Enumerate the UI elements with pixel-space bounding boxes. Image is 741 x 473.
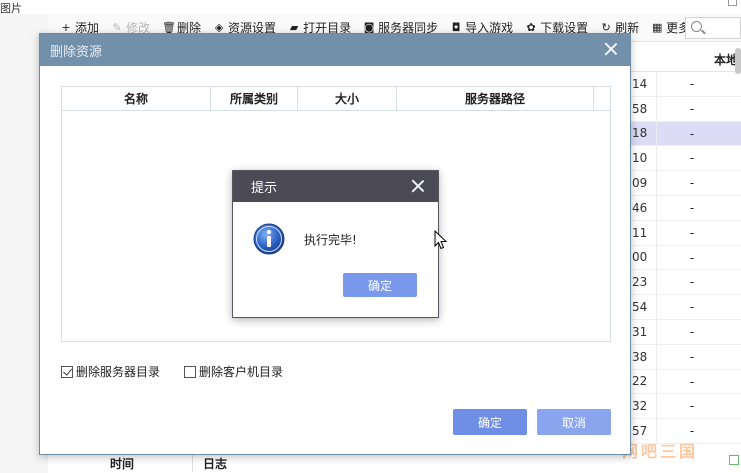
table-row[interactable]: 22- (630, 369, 741, 395)
table-row[interactable]: 38- (630, 344, 741, 370)
column-header-category[interactable]: 所属类别 (211, 87, 298, 110)
folder-icon: ▰ (289, 20, 299, 34)
watermark-logo: 网吧三国 (622, 442, 699, 461)
plus-icon: + (61, 20, 71, 34)
row-local-update-cell: - (656, 295, 741, 319)
close-icon[interactable] (411, 179, 425, 193)
table-row[interactable]: 14- (630, 72, 741, 97)
delete-server-dir-option[interactable]: 删除服务器目录 (61, 363, 160, 380)
close-icon[interactable] (604, 42, 618, 56)
row-time-cell: 54 (632, 300, 648, 315)
row-local-update-cell: - (656, 319, 741, 344)
tip-message: 执行完毕! (304, 233, 357, 247)
log-column-time: 时间 (109, 456, 134, 471)
table-row[interactable]: 32- (630, 394, 741, 420)
row-time-cell: 00 (632, 250, 648, 265)
gear-icon: ✿ (526, 20, 536, 34)
tip-dialog: 提示 执行完毕! 确定 (232, 170, 439, 318)
pencil-icon: ✎ (112, 20, 122, 34)
table-scrollbar[interactable] (735, 48, 741, 74)
tip-dialog-title: 提示 (251, 181, 278, 196)
delete-options: 删除服务器目录 删除客户机目录 (61, 363, 307, 380)
row-time-cell: 38 (632, 349, 648, 364)
delete-dialog-ok-button[interactable]: 确定 (453, 409, 527, 435)
row-time-cell: 57 (632, 424, 648, 439)
delete-client-dir-option[interactable]: 删除客户机目录 (184, 363, 283, 380)
table-row[interactable]: 54- (630, 295, 741, 320)
delete-server-dir-label: 删除服务器目录 (76, 365, 161, 379)
row-local-update-cell: - (656, 121, 741, 146)
row-local-update-cell: - (656, 72, 741, 96)
mouse-cursor-icon (434, 230, 448, 250)
row-local-update-cell: - (656, 369, 741, 394)
table-row[interactable]: 11- (630, 220, 741, 246)
delete-client-dir-label: 删除客户机目录 (199, 365, 284, 379)
search-input[interactable] (685, 17, 741, 39)
row-local-update-cell: - (656, 220, 741, 245)
layers-icon: ◈ (214, 20, 224, 34)
row-local-update-cell: - (656, 171, 741, 195)
table-row[interactable]: 00- (630, 245, 741, 271)
delete-dialog-cancel-button[interactable]: 取消 (537, 409, 611, 435)
table-row[interactable]: 09- (630, 171, 741, 196)
row-time-cell: 09 (632, 176, 648, 191)
resource-table: 本地更新时间 14-58-18-10-09-46-11-00-23-54-31-… (630, 48, 741, 444)
column-header-local-update-time[interactable]: 本地更新时间 (656, 51, 741, 68)
delete-dialog-title: 删除资源 (50, 44, 103, 60)
table-row[interactable]: 58- (630, 96, 741, 122)
table-header: 本地更新时间 (630, 48, 741, 72)
row-time-cell: 14 (632, 76, 648, 91)
table-body: 14-58-18-10-09-46-11-00-23-54-31-38-22-3… (630, 72, 741, 444)
log-column-log: 日志 (192, 454, 227, 472)
log-panel-header: 时间 日志 (52, 452, 632, 473)
sync-icon: ◙ (363, 20, 375, 34)
grid-icon: ▦ (651, 20, 663, 34)
minimize-icon[interactable] (728, 0, 737, 6)
row-local-update-cell: - (656, 96, 741, 121)
grid-header: 名称 所属类别 大小 服务器路径 (62, 87, 610, 111)
delete-dialog-title-bar: 删除资源 (40, 34, 630, 66)
bottom-right-checkbox[interactable] (729, 455, 739, 465)
tip-dialog-title-bar: 提示 (233, 171, 438, 202)
tip-ok-button[interactable]: 确定 (343, 273, 417, 297)
row-local-update-cell: - (656, 146, 741, 171)
row-local-update-cell: - (656, 344, 741, 369)
row-time-cell: 23 (632, 275, 648, 290)
delete-client-dir-checkbox[interactable] (184, 365, 197, 378)
row-time-cell: 46 (632, 200, 648, 215)
row-time-cell: 11 (632, 225, 648, 240)
table-row[interactable]: 31- (630, 319, 741, 345)
refresh-icon: ↻ (601, 20, 611, 34)
table-row[interactable]: 10- (630, 146, 741, 172)
column-header-server-path[interactable]: 服务器路径 (397, 87, 594, 110)
row-time-cell: 22 (632, 374, 648, 389)
column-header-size[interactable]: 大小 (298, 87, 397, 110)
column-header-name[interactable]: 名称 (62, 87, 211, 110)
row-local-update-cell: - (656, 195, 741, 220)
table-row[interactable]: 23- (630, 270, 741, 296)
row-time-cell: 32 (632, 399, 648, 414)
row-local-update-cell: - (656, 245, 741, 270)
row-time-cell: 10 (632, 151, 648, 166)
gamepad-icon: ◘ (451, 20, 461, 34)
row-local-update-cell: - (656, 394, 741, 419)
row-time-cell: 58 (632, 101, 648, 116)
row-time-cell: 31 (632, 324, 648, 339)
row-time-cell: 18 (632, 126, 648, 141)
row-local-update-cell: - (656, 270, 741, 295)
table-row[interactable]: 18- (630, 121, 741, 147)
search-icon (691, 21, 702, 32)
table-row[interactable]: 46- (630, 195, 741, 221)
delete-server-dir-checkbox[interactable] (61, 365, 73, 378)
info-icon (253, 223, 285, 255)
trash-icon: 🗑 (162, 20, 176, 34)
